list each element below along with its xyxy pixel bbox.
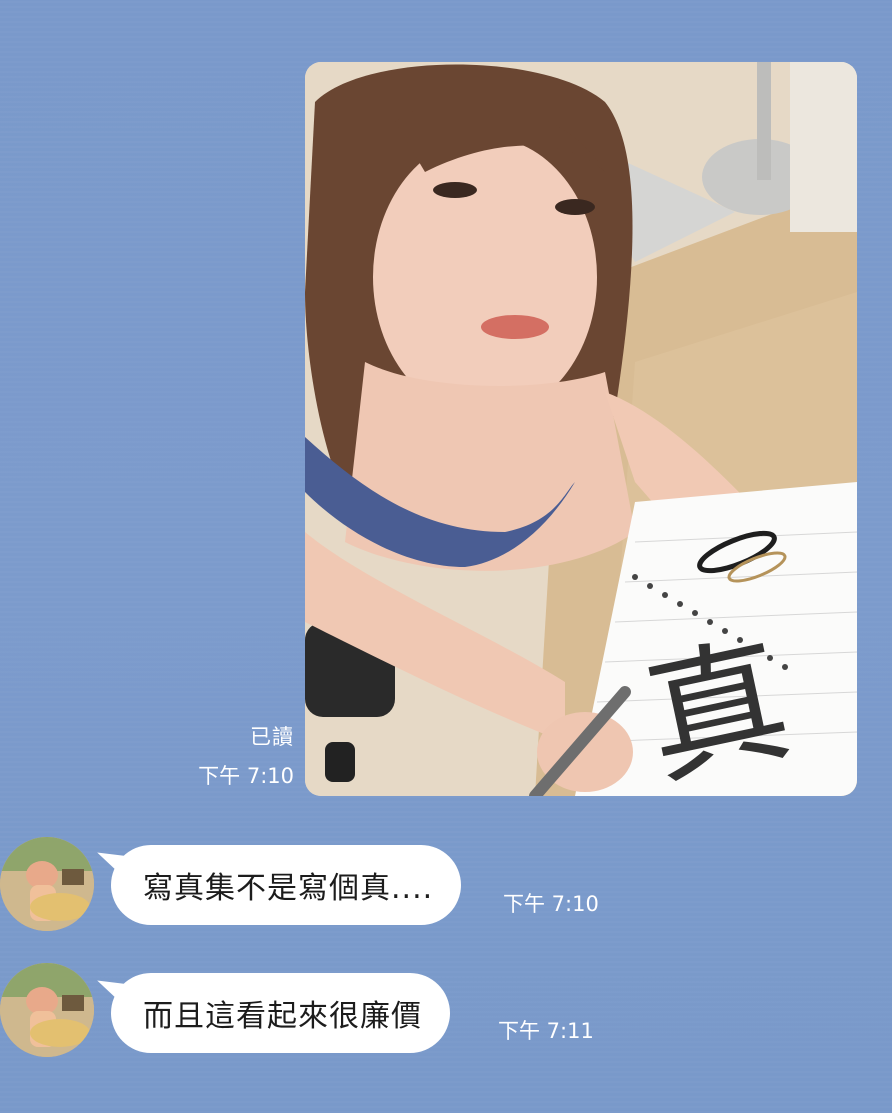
sent-photo-message[interactable]: 真 (305, 62, 857, 796)
selfie-photo: 真 (305, 62, 857, 796)
received-timestamp: 下午 7:10 (503, 892, 599, 916)
sender-avatar[interactable] (0, 837, 94, 931)
message-text: 寫真集不是寫個真.... (143, 871, 434, 906)
received-message-bubble[interactable]: 寫真集不是寫個真.... (93, 840, 462, 925)
received-timestamp: 下午 7:11 (498, 1019, 594, 1043)
sender-avatar[interactable] (0, 963, 94, 1057)
received-message-bubble[interactable]: 而且這看起來很廉價 (93, 968, 450, 1053)
sent-timestamp: 下午 7:10 (198, 764, 294, 788)
read-status: 已讀 (250, 725, 294, 749)
avatar-image (0, 837, 94, 931)
avatar-image (0, 963, 94, 1057)
message-text: 而且這看起來很廉價 (143, 999, 422, 1034)
